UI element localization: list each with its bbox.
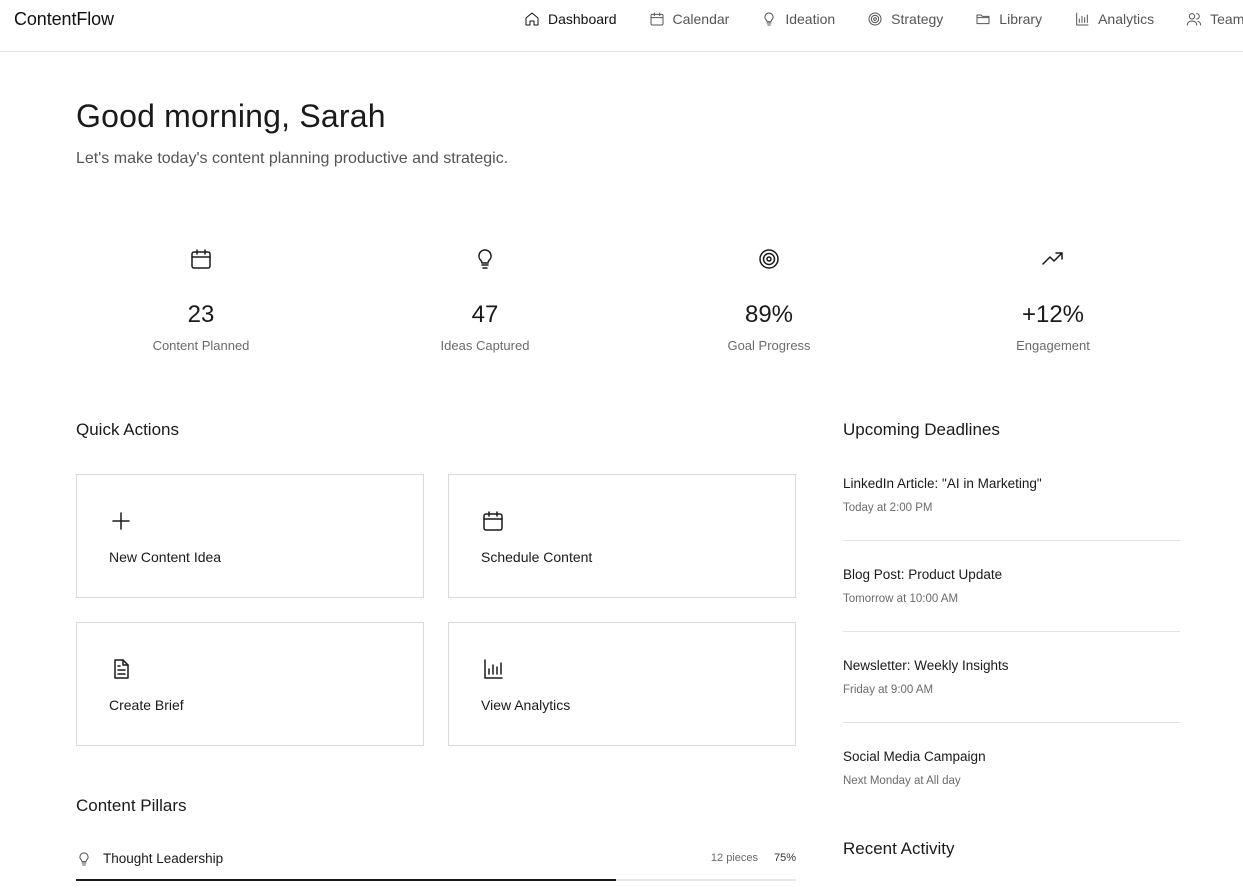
nav-item-dashboard[interactable]: Dashboard xyxy=(516,0,625,38)
stat-label: Engagement xyxy=(1016,338,1090,353)
plus-icon xyxy=(109,509,133,533)
stat-label: Content Planned xyxy=(152,338,250,353)
deadline-time: Today at 2:00 PM xyxy=(843,502,933,514)
deadline-item[interactable]: Blog Post: Product Update Tomorrow at 10… xyxy=(843,567,1180,658)
deadline-time: Next Monday at All day xyxy=(843,775,961,787)
pillar-progress-fill xyxy=(76,879,616,881)
deadline-time: Friday at 9:00 AM xyxy=(843,684,934,696)
deadline-item[interactable]: Newsletter: Weekly Insights Friday at 9:… xyxy=(843,658,1180,749)
folder-icon xyxy=(975,11,991,27)
deadline-item[interactable]: Social Media Campaign Next Monday at All… xyxy=(843,749,1180,799)
divider xyxy=(843,722,1180,723)
deadline-title: Blog Post: Product Update xyxy=(843,567,1003,582)
top-navbar: ContentFlow Dashboard Calendar Ideation … xyxy=(0,0,1243,52)
stat-label: Ideas Captured xyxy=(440,338,530,353)
stat-content-planned: 23 Content Planned xyxy=(76,245,326,365)
calendar-icon xyxy=(481,509,505,533)
upcoming-deadlines-title: Upcoming Deadlines xyxy=(843,420,1000,439)
brand-logo[interactable]: ContentFlow xyxy=(14,9,114,30)
divider xyxy=(843,631,1180,632)
action-label: Create Brief xyxy=(109,697,184,713)
lightbulb-icon xyxy=(471,245,499,273)
stat-value: 89% xyxy=(744,301,794,328)
deadline-title: Newsletter: Weekly Insights xyxy=(843,658,1009,673)
target-icon xyxy=(867,11,883,27)
view-analytics-button[interactable]: View Analytics xyxy=(448,622,796,746)
calendar-icon xyxy=(649,11,665,27)
recent-activity-title: Recent Activity xyxy=(843,839,955,858)
nav-label: Dashboard xyxy=(548,11,617,27)
pillar-count: 12 pieces xyxy=(710,852,758,864)
page-subtitle: Let's make today's content planning prod… xyxy=(76,150,509,167)
users-icon xyxy=(1186,11,1202,27)
stat-goal-progress: 89% Goal Progress xyxy=(644,245,894,365)
nav-label: Calendar xyxy=(672,11,730,27)
create-brief-button[interactable]: Create Brief xyxy=(76,622,424,746)
stat-ideas-captured: 47 Ideas Captured xyxy=(360,245,610,365)
nav-item-ideation[interactable]: Ideation xyxy=(753,0,843,38)
nav-item-strategy[interactable]: Strategy xyxy=(859,0,951,38)
stat-value: 47 xyxy=(471,301,499,328)
action-label: New Content Idea xyxy=(109,549,222,565)
pillar-name: Thought Leadership xyxy=(103,851,224,866)
main-nav: Dashboard Calendar Ideation Strategy Lib… xyxy=(516,0,1243,38)
deadline-item[interactable]: LinkedIn Article: "AI in Marketing" Toda… xyxy=(843,476,1180,567)
nav-item-calendar[interactable]: Calendar xyxy=(641,0,738,38)
action-label: View Analytics xyxy=(481,697,571,713)
divider xyxy=(843,540,1180,541)
nav-label: Library xyxy=(999,11,1043,27)
new-content-idea-button[interactable]: New Content Idea xyxy=(76,474,424,598)
stat-engagement: +12% Engagement xyxy=(928,245,1178,365)
stats-row: 23 Content Planned 47 Ideas Captured 89%… xyxy=(76,245,1180,365)
page-greeting: Good morning, Sarah xyxy=(76,98,386,134)
bar-chart-icon xyxy=(1074,11,1090,27)
schedule-content-button[interactable]: Schedule Content xyxy=(448,474,796,598)
action-label: Schedule Content xyxy=(481,549,593,565)
lightbulb-icon xyxy=(76,851,92,867)
trending-up-icon xyxy=(1039,245,1067,273)
home-icon xyxy=(524,11,540,27)
stat-label: Goal Progress xyxy=(727,338,811,353)
nav-label: Ideation xyxy=(785,11,836,27)
calendar-icon xyxy=(187,245,215,273)
target-icon xyxy=(755,245,783,273)
document-icon xyxy=(109,657,133,681)
nav-label: Analytics xyxy=(1098,11,1155,27)
nav-item-team[interactable]: Team xyxy=(1178,0,1243,38)
nav-label: Strategy xyxy=(891,11,944,27)
deadline-title: Social Media Campaign xyxy=(843,749,986,764)
quick-actions-title: Quick Actions xyxy=(76,420,179,439)
pillar-percent: 75% xyxy=(773,852,796,864)
deadline-time: Tomorrow at 10:00 AM xyxy=(843,593,959,605)
content-pillars-title: Content Pillars xyxy=(76,796,187,815)
pillar-thought-leadership[interactable]: Thought Leadership 12 pieces 75% xyxy=(76,848,796,888)
stat-value: +12% xyxy=(1021,301,1085,328)
stat-value: 23 xyxy=(187,301,215,328)
nav-label: Team xyxy=(1210,11,1243,27)
pillar-progress-track xyxy=(76,879,796,881)
deadline-title: LinkedIn Article: "AI in Marketing" xyxy=(843,476,1042,491)
lightbulb-icon xyxy=(761,11,777,27)
nav-item-library[interactable]: Library xyxy=(967,0,1050,38)
bar-chart-icon xyxy=(481,657,505,681)
nav-item-analytics[interactable]: Analytics xyxy=(1066,0,1162,38)
